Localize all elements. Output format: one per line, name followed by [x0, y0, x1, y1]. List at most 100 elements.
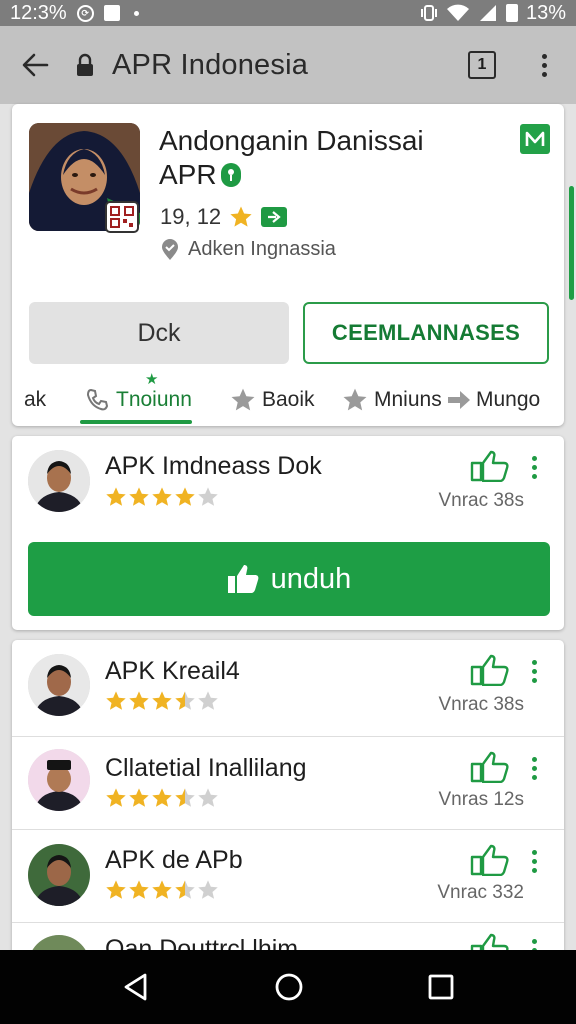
battery-icon	[505, 4, 518, 22]
rating-stars	[105, 787, 219, 809]
vibrate-icon	[420, 5, 437, 21]
tab-label: Mungo	[476, 388, 541, 411]
avatar	[28, 844, 90, 906]
back-nav-icon[interactable]	[121, 972, 151, 1002]
more-options-icon[interactable]	[532, 757, 537, 780]
navigation-bar	[0, 950, 576, 1024]
tabs-button[interactable]: 1	[468, 51, 496, 79]
tab-ak[interactable]: ak	[24, 382, 46, 418]
tag-badge[interactable]: M	[520, 124, 550, 154]
tab-mniuns[interactable]: Mniuns	[342, 382, 442, 418]
thumbs-up-icon[interactable]	[470, 654, 512, 686]
rating-star-icon	[198, 880, 218, 899]
rating-star-icon	[129, 487, 149, 506]
badge-m-icon	[525, 131, 545, 146]
rating-stars	[105, 690, 219, 712]
thumbs-up-icon[interactable]	[470, 751, 512, 783]
rating-star-icon	[175, 788, 195, 807]
thumbs-up-icon	[227, 565, 259, 593]
rating-star-icon	[175, 880, 195, 899]
scrollbar[interactable]	[569, 186, 574, 300]
arrow-right-icon	[448, 391, 470, 409]
location-row: Adken Ingnassia	[160, 238, 336, 261]
dot-icon	[133, 10, 139, 16]
rating-star-icon	[152, 487, 172, 506]
item-meta: Vnras 12s	[438, 789, 524, 810]
tab-label: Baoik	[262, 388, 315, 411]
phone-icon	[86, 388, 109, 411]
avatar	[28, 749, 90, 811]
list-item[interactable]: Cllatetial Inallilang Vnras 12s	[12, 737, 564, 829]
status-bar: 12:3% ⟳ 13%	[0, 0, 576, 26]
dck-button[interactable]: Dck	[29, 302, 289, 364]
rating-stars	[105, 879, 219, 901]
item-title: APK Kreail4	[105, 657, 240, 685]
tab-count: 1	[477, 56, 487, 73]
profile-name: Andonganin Danissai APR	[159, 124, 489, 192]
location-icon	[162, 238, 178, 260]
recents-nav-icon[interactable]	[427, 973, 455, 1001]
rating-star-icon	[106, 691, 126, 710]
avatar	[28, 450, 90, 512]
star-icon	[230, 206, 252, 227]
list-item[interactable]: APK de APb Vnrac 332	[12, 830, 564, 922]
verified-icon	[220, 163, 241, 187]
rating-star-icon	[129, 691, 149, 710]
profile-name-line2: APR	[159, 159, 217, 190]
lock-icon	[70, 53, 100, 77]
tab-label: ak	[24, 388, 47, 411]
sync-icon: ⟳	[76, 4, 94, 22]
app-bar: APR Indonesia 1	[0, 26, 576, 104]
rating-star-icon	[198, 788, 218, 807]
star-icon	[231, 388, 255, 411]
list-item[interactable]: APK Kreail4 Vnrac 38s	[12, 640, 564, 736]
battery-level: 13%	[525, 1, 566, 24]
active-tab-star-icon: ★	[145, 371, 159, 388]
featured-item[interactable]: APK Imdneass Dok Vnrac 38s	[12, 436, 564, 536]
rating-star-icon	[152, 788, 172, 807]
back-button[interactable]	[0, 26, 70, 104]
tab-tnoiunn[interactable]: Tnoiunn	[86, 382, 192, 418]
compare-button[interactable]: CEEMLANNASES	[303, 302, 549, 364]
tab-label: Tnoiunn	[116, 388, 192, 411]
rating-star-icon	[129, 880, 149, 899]
more-options-icon[interactable]	[532, 456, 537, 479]
play-badge-icon	[261, 207, 288, 227]
signal-icon	[479, 5, 496, 21]
featured-card: APK Imdneass Dok Vnrac 38s unduh	[12, 436, 564, 630]
download-label: unduh	[270, 562, 352, 595]
rating-star-icon	[175, 691, 195, 710]
download-button[interactable]: unduh	[28, 542, 550, 616]
status-time: 12:3%	[10, 1, 67, 24]
rating-star-icon	[152, 880, 172, 899]
tab-active-indicator	[80, 420, 192, 424]
avatar	[28, 654, 90, 716]
back-arrow-icon	[22, 53, 49, 77]
home-nav-icon[interactable]	[273, 971, 305, 1003]
app-title: APR Indonesia	[112, 48, 309, 81]
rating-star-icon	[129, 788, 149, 807]
more-options-icon[interactable]	[532, 850, 537, 873]
thumbs-up-icon[interactable]	[470, 844, 512, 876]
item-title: APK de APb	[105, 846, 243, 874]
rating-star-icon	[106, 880, 126, 899]
item-meta: Vnrac 332	[437, 882, 524, 903]
rating-value: 19, 12	[160, 204, 222, 229]
tab-label: Mniuns	[374, 388, 442, 411]
profile-card: Andonganin Danissai APR M 19, 12 Adken I…	[12, 104, 564, 426]
location-text: Adken Ingnassia	[188, 238, 336, 260]
notification-icon	[103, 5, 120, 21]
rating-star-icon	[175, 487, 195, 506]
rating-star-icon	[152, 691, 172, 710]
tab-mungo[interactable]: Mungo	[446, 382, 540, 418]
star-icon	[343, 388, 367, 411]
app-list: APK Kreail4 Vnrac 38s Cllatetial Inallil…	[12, 640, 564, 960]
tab-baoik[interactable]: Baoik	[230, 382, 315, 418]
thumbs-up-icon[interactable]	[470, 450, 512, 482]
qr-badge-icon	[105, 201, 139, 233]
more-options-icon[interactable]	[532, 660, 537, 683]
rating-star-icon	[106, 487, 126, 506]
overflow-menu-button[interactable]	[530, 50, 558, 80]
item-meta: Vnrac 38s	[438, 694, 524, 715]
tab-bar: ak Tnoiunn ★ Baoik Mniuns Mungo	[12, 371, 564, 426]
